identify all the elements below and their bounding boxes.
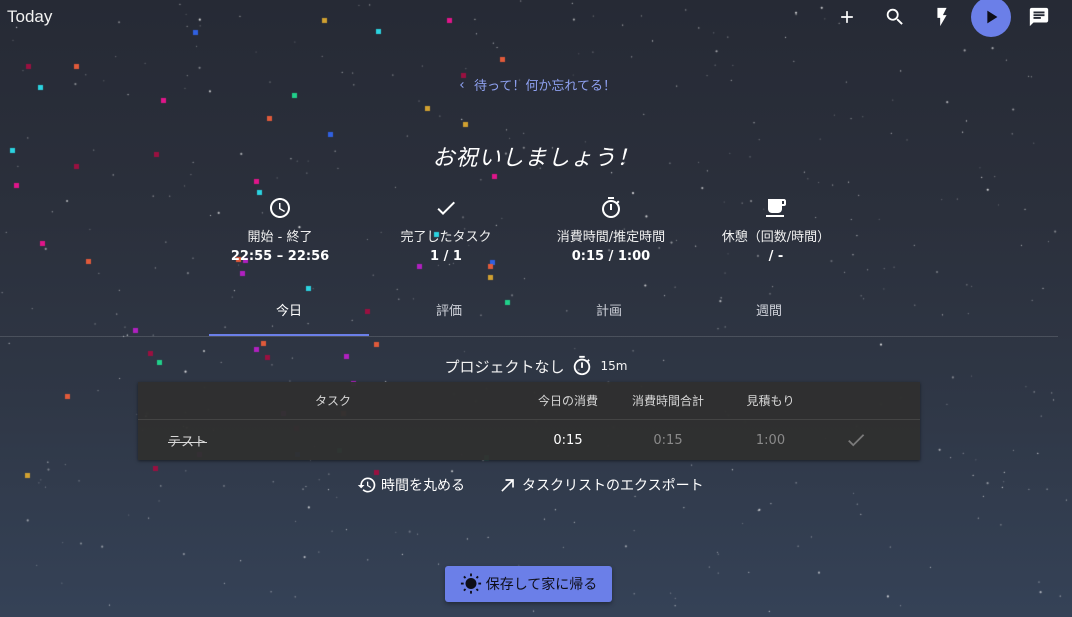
project-name: プロジェクトなし bbox=[444, 357, 565, 376]
add-task-button[interactable] bbox=[827, 0, 867, 34]
check-icon bbox=[848, 434, 865, 447]
stat-time-spent-estimate: 消費時間/推定時間 0:15 / 1:00 bbox=[536, 196, 686, 264]
bolt-icon bbox=[937, 7, 947, 27]
table-row: テスト 0:15 0:15 1:00 bbox=[138, 420, 920, 460]
save-button-label: 保存して家に帰る bbox=[485, 577, 598, 593]
stat-value: 0:15 / 1:00 bbox=[571, 249, 651, 264]
timer-icon bbox=[573, 355, 590, 376]
column-header-today: 今日の消費 bbox=[537, 394, 598, 408]
coffee-icon bbox=[766, 199, 786, 217]
export-label: タスクリストのエクスポート bbox=[522, 478, 704, 494]
task-time-total: 0:15 bbox=[653, 432, 683, 448]
column-header-estimate: 見積もり bbox=[746, 394, 795, 408]
project-time: 15m bbox=[600, 359, 628, 373]
clock-icon bbox=[270, 198, 290, 218]
back-link[interactable]: 待って！何か忘れてる！ bbox=[456, 75, 616, 94]
play-icon bbox=[987, 10, 998, 24]
stat-breaks: 休憩（回数/時間） / - bbox=[701, 196, 851, 264]
timer-icon bbox=[602, 197, 620, 218]
column-header-task: タスク bbox=[314, 394, 351, 408]
feedback-button[interactable] bbox=[1019, 0, 1059, 34]
history-icon bbox=[357, 477, 376, 493]
focus-mode-button[interactable] bbox=[922, 0, 962, 34]
check-icon bbox=[437, 201, 455, 215]
plus-icon bbox=[841, 11, 853, 23]
stat-label: 開始 - 終了 bbox=[247, 230, 313, 245]
task-title[interactable]: テスト bbox=[168, 420, 468, 460]
column-header-total: 消費時間合計 bbox=[631, 394, 704, 408]
tab-plan[interactable]: 計画 bbox=[529, 294, 689, 334]
stat-label: 完了したタスク bbox=[400, 230, 492, 245]
task-time-today[interactable]: 0:15 bbox=[523, 420, 613, 460]
stat-label: 消費時間/推定時間 bbox=[556, 230, 666, 245]
chat-icon bbox=[1029, 7, 1049, 27]
task-table: タスク 今日の消費 消費時間合計 見積もり テスト 0:15 0:15 1:00 bbox=[138, 382, 920, 460]
play-button[interactable] bbox=[971, 0, 1011, 37]
chevron-left-icon bbox=[460, 81, 464, 88]
back-link-label: 待って！何か忘れてる！ bbox=[474, 79, 616, 94]
table-header: タスク 今日の消費 消費時間合計 見積もり bbox=[138, 382, 920, 420]
celebrate-title: お祝いしましょう！ bbox=[432, 146, 640, 171]
arrow-up-right-icon bbox=[501, 479, 514, 492]
sun-icon bbox=[460, 573, 481, 594]
tab-evaluation[interactable]: 評価 bbox=[369, 294, 529, 334]
task-done-toggle[interactable] bbox=[838, 420, 874, 460]
stat-value: / - bbox=[768, 249, 784, 264]
round-time-button[interactable]: 時間を丸める bbox=[357, 475, 465, 495]
tab-today[interactable]: 今日 bbox=[209, 294, 369, 336]
daily-stats: 開始 - 終了 22:55 – 22:56 完了したタスク 1 / 1 消費時間… bbox=[200, 196, 880, 266]
stat-value: 22:55 – 22:56 bbox=[230, 249, 330, 264]
project-header: プロジェクトなし 15m bbox=[0, 355, 1072, 377]
summary-tabs: 今日 評価 計画 週間 bbox=[0, 294, 1058, 337]
stat-value: 1 / 1 bbox=[430, 249, 462, 264]
stat-start-end: 開始 - 終了 22:55 – 22:56 bbox=[205, 196, 355, 264]
stat-label: 休憩（回数/時間） bbox=[721, 230, 831, 245]
save-and-go-home-button[interactable]: 保存して家に帰る bbox=[445, 566, 612, 602]
search-button[interactable] bbox=[875, 0, 915, 34]
export-task-list-button[interactable]: タスクリストのエクスポート bbox=[498, 475, 704, 495]
task-estimate: 1:00 bbox=[755, 432, 786, 448]
back-link-container: 待って！何か忘れてる！ bbox=[0, 75, 1072, 95]
app-title: Today bbox=[7, 7, 53, 26]
stat-completed-tasks: 完了したタスク 1 / 1 bbox=[371, 196, 521, 264]
round-time-label: 時間を丸める bbox=[381, 478, 465, 494]
top-app-bar: Today bbox=[0, 0, 1072, 37]
summary-actions: 時間を丸める タスクリストのエクスポート bbox=[0, 475, 1072, 499]
search-icon bbox=[886, 8, 903, 25]
tab-weekly[interactable]: 週間 bbox=[689, 294, 849, 334]
